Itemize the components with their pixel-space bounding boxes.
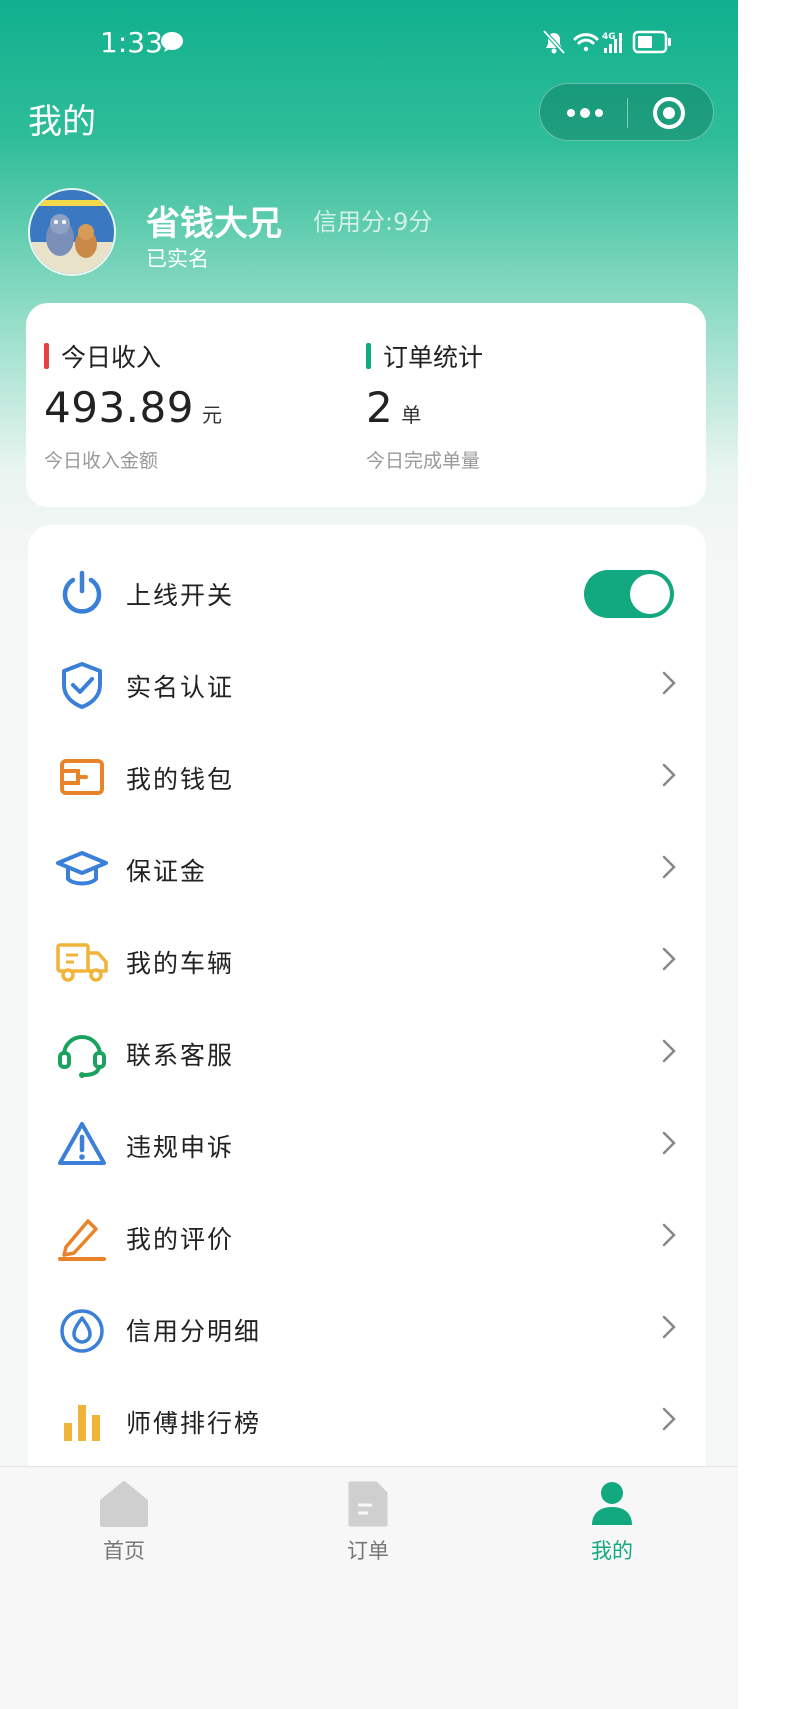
- mute-bell-icon: [542, 29, 566, 55]
- svg-text:4G: 4G: [602, 32, 616, 42]
- menu-item-vehicle[interactable]: 我的车辆: [28, 913, 706, 1005]
- capsule-divider: [627, 98, 628, 128]
- screen-margin: [738, 0, 799, 1709]
- menu-item-customer-service[interactable]: 联系客服: [28, 1005, 706, 1097]
- menu-item-credit-detail[interactable]: 信用分明细: [28, 1281, 706, 1373]
- tab-bar: 首页 订单 我的: [0, 1466, 738, 1709]
- chevron-right-icon: [662, 855, 676, 879]
- order-stat[interactable]: 订单统计 2 单 今日完成单量: [366, 339, 483, 473]
- menu-item-my-reviews[interactable]: 我的评价: [28, 1189, 706, 1281]
- bar-chart-icon: [64, 1405, 100, 1441]
- menu-item-wallet[interactable]: 我的钱包: [28, 729, 706, 821]
- menu-item-online-switch: 上线开关: [28, 545, 706, 637]
- more-dots-icon[interactable]: [563, 99, 607, 127]
- menu-item-violation-appeal[interactable]: 违规申诉: [28, 1097, 706, 1189]
- verified-status: 已实名: [146, 247, 209, 271]
- status-time: 1:33: [100, 26, 163, 59]
- username: 省钱大兄: [146, 204, 282, 244]
- menu-item-deposit[interactable]: 保证金: [28, 821, 706, 913]
- chevron-right-icon: [662, 1315, 676, 1339]
- warning-icon: [58, 1122, 106, 1165]
- tab-mine[interactable]: 我的: [552, 1479, 672, 1565]
- stats-card: 今日收入 493.89 元 今日收入金额 订单统计 2 单 今日完成单量: [26, 303, 706, 507]
- tab-home[interactable]: 首页: [64, 1479, 184, 1565]
- tab-label: 订单: [347, 1539, 389, 1563]
- chevron-right-icon: [662, 763, 676, 787]
- online-toggle[interactable]: [584, 570, 674, 618]
- avatar-image: [30, 190, 114, 274]
- income-unit: 元: [201, 403, 222, 427]
- order-accent-bar: [366, 343, 371, 369]
- chevron-right-icon: [662, 1131, 676, 1155]
- tab-orders[interactable]: 订单: [308, 1479, 428, 1565]
- truck-icon: [56, 943, 108, 982]
- menu-label: 我的车辆: [126, 949, 235, 978]
- shield-check-icon: [62, 662, 102, 709]
- order-title: 订单统计: [383, 343, 484, 372]
- power-icon: [62, 570, 102, 614]
- order-caption: 今日完成单量: [366, 450, 481, 472]
- water-drop-icon: [60, 1309, 104, 1353]
- avatar[interactable]: [28, 188, 116, 276]
- battery-icon: [632, 30, 671, 54]
- menu-label: 师傅排行榜: [126, 1409, 262, 1438]
- menu-label: 我的钱包: [126, 765, 235, 794]
- page-title: 我的: [28, 102, 96, 142]
- target-close-icon[interactable]: [652, 96, 686, 130]
- order-unit: 单: [401, 403, 422, 427]
- chat-bubble-icon: [161, 32, 183, 52]
- toggle-knob: [630, 574, 670, 614]
- graduation-cap-icon: [56, 851, 108, 886]
- mini-program-capsule: [539, 83, 714, 141]
- menu-card: 上线开关 实名认证 我的钱包 保证金 我的车辆 联系客服 违规申诉 我的评价 信…: [28, 525, 706, 1485]
- wallet-icon: [60, 759, 104, 795]
- menu-label: 联系客服: [126, 1041, 235, 1070]
- menu-label: 我的评价: [126, 1225, 235, 1254]
- chevron-right-icon: [662, 1039, 676, 1063]
- income-value: 493.89: [44, 383, 194, 432]
- order-document-icon: [348, 1481, 388, 1527]
- tab-label: 首页: [103, 1539, 145, 1563]
- menu-item-real-name-auth[interactable]: 实名认证: [28, 637, 706, 729]
- income-caption: 今日收入金额: [44, 450, 159, 472]
- order-value: 2: [366, 383, 394, 432]
- menu-label: 上线开关: [126, 581, 235, 610]
- income-stat[interactable]: 今日收入 493.89 元 今日收入金额: [44, 339, 222, 473]
- wifi-icon: [573, 33, 599, 52]
- menu-label: 保证金: [126, 857, 208, 886]
- chevron-right-icon: [662, 947, 676, 971]
- person-icon: [592, 1482, 632, 1525]
- income-title: 今日收入: [61, 343, 162, 372]
- menu-label: 信用分明细: [126, 1317, 262, 1346]
- chevron-right-icon: [662, 1223, 676, 1247]
- status-icons: 4G: [542, 29, 671, 55]
- tab-label: 我的: [591, 1539, 633, 1563]
- menu-label: 实名认证: [126, 673, 235, 702]
- phone-screen: 1:33 4G 我的 省钱大兄 信用分:9分 已实名 今日收入 493.89 元…: [0, 0, 738, 1709]
- home-icon: [100, 1481, 148, 1527]
- chevron-right-icon: [662, 1407, 676, 1431]
- credit-score: 信用分:9分: [313, 208, 433, 236]
- menu-label: 违规申诉: [126, 1133, 235, 1162]
- chevron-right-icon: [662, 671, 676, 695]
- income-accent-bar: [44, 343, 49, 369]
- status-bar: 1:33 4G: [0, 0, 738, 90]
- menu-item-leaderboard[interactable]: 师傅排行榜: [28, 1373, 706, 1465]
- pen-icon: [58, 1219, 106, 1261]
- headset-icon: [58, 1035, 106, 1078]
